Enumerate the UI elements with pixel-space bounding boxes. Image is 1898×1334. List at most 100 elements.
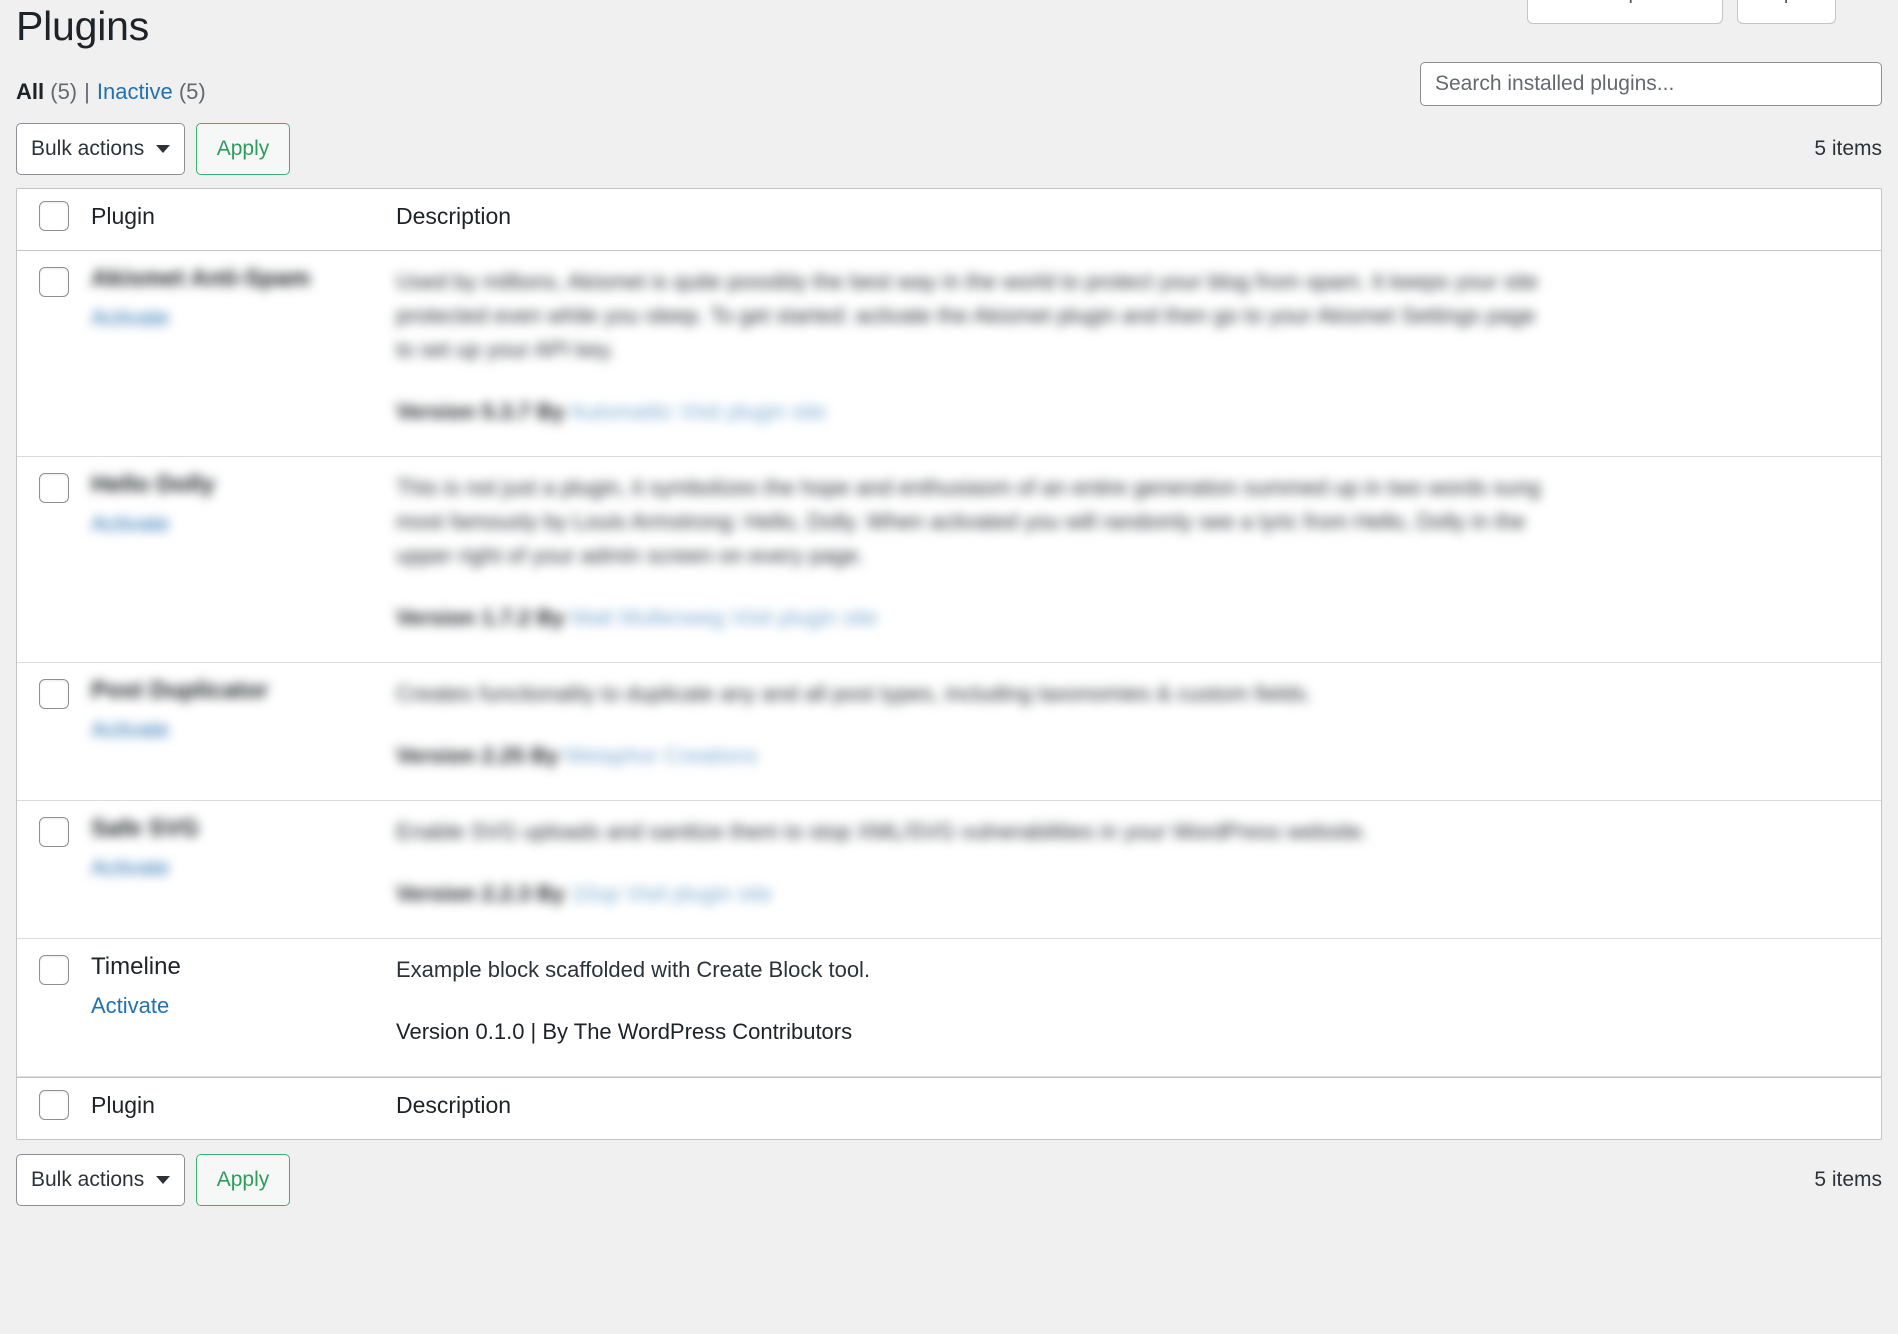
plugin-row-actions: Activate [91, 855, 396, 881]
table-header-row: Plugin Description [17, 189, 1881, 251]
plugin-meta: Version 1.7.2 By Matt Mullenweg Visit pl… [396, 603, 1857, 634]
bulk-actions-select-top[interactable]: Bulk actions [16, 123, 185, 175]
plugin-author-link[interactable]: Automattic [570, 399, 674, 424]
plugin-status-filters: All (5) | Inactive (5) [16, 81, 206, 103]
plugin-by-label: By [530, 743, 559, 769]
plugin-description: Enable SVG uploads and sanitize them to … [396, 819, 1368, 845]
select-all-cell-top [17, 189, 91, 231]
plugin-version-label: Version [396, 605, 476, 631]
plugin-meta: Version 2.25 By Metaphor Creations [396, 741, 1857, 772]
plugin-author-link[interactable]: Matt Mullenweg [571, 605, 725, 630]
plugin-name: Timeline [91, 952, 181, 980]
row-select-cell [17, 801, 91, 848]
table-row: Timeline Activate Example block scaffold… [17, 939, 1881, 1077]
activate-link[interactable]: Activate [91, 993, 169, 1018]
plugin-author-link[interactable]: 10up [571, 881, 620, 906]
screen-meta-links: Screen Options Help [1527, 0, 1836, 24]
row-checkbox[interactable] [39, 267, 69, 297]
plugin-description-cell: Example block scaffolded with Create Blo… [396, 939, 1881, 1048]
plugin-version: 5.3.7 [481, 399, 531, 425]
column-header-description-bottom: Description [396, 1091, 512, 1118]
plugin-author-link[interactable]: Metaphor Creations [565, 743, 758, 768]
plugin-by-label: By [536, 399, 565, 425]
plugin-name-cell: Hello Dolly Activate [91, 457, 396, 537]
apply-button-top[interactable]: Apply [196, 123, 290, 175]
plugin-site-link[interactable]: Visit plugin site [731, 605, 877, 630]
table-row: Post Duplicator Activate Creates functio… [17, 663, 1881, 802]
plugin-version-label: Version [396, 881, 476, 907]
plugin-row-actions: Activate [91, 305, 396, 331]
plugin-row-actions: Activate [91, 511, 396, 537]
bulk-actions-label-bottom: Bulk actions [31, 1168, 145, 1191]
apply-button-bottom[interactable]: Apply [196, 1154, 290, 1206]
row-checkbox[interactable] [39, 473, 69, 504]
plugin-description: This is not just a plugin, it symbolizes… [396, 475, 1541, 569]
filter-all-label[interactable]: All [16, 79, 44, 104]
plugin-site-link[interactable]: Visit plugin site [680, 399, 826, 424]
filter-all-count: (5) [50, 79, 78, 104]
row-checkbox[interactable] [39, 679, 69, 710]
plugin-description-cell: Enable SVG uploads and sanitize them to … [396, 801, 1881, 910]
bulk-actions-select-bottom[interactable]: Bulk actions [16, 1154, 185, 1206]
plugin-by-label: By [536, 881, 565, 907]
plugin-by-label: By [536, 605, 565, 631]
plugins-page: Screen Options Help Plugins All (5)|Inac… [0, 0, 1898, 1334]
plugin-site-link[interactable]: Visit plugin site [626, 881, 772, 906]
help-label: Help [1754, 0, 1795, 3]
apply-label-top: Apply [216, 137, 270, 160]
items-count-bottom: 5 items [1814, 1168, 1882, 1191]
search-input[interactable] [1420, 62, 1882, 106]
plugin-name: Hello Dolly [91, 471, 216, 499]
plugin-version: 1.7.2 [481, 605, 531, 631]
select-all-cell-bottom [17, 1078, 91, 1120]
plugin-meta: Version 2.2.3 By 10up Visit plugin site [396, 879, 1857, 910]
plugin-name-cell: Akismet Anti-Spam Activate [91, 251, 396, 331]
row-select-cell [17, 251, 91, 297]
plugin-version: 2.25 [481, 743, 525, 769]
plugin-name-cell: Safe SVG Activate [91, 801, 396, 881]
apply-label-bottom: Apply [216, 1168, 270, 1191]
activate-link[interactable]: Activate [91, 305, 169, 330]
plugin-name: Safe SVG [91, 815, 200, 843]
activate-link[interactable]: Activate [91, 717, 169, 742]
screen-options-label: Screen Options [1544, 0, 1682, 3]
plugin-name-cell: Post Duplicator Activate [91, 663, 396, 743]
column-header-description-top: Description [396, 203, 512, 229]
chevron-down-icon [156, 1176, 170, 1184]
help-button[interactable]: Help [1736, 0, 1836, 24]
activate-link[interactable]: Activate [91, 855, 169, 880]
tablenav-top: Bulk actions Apply 5 items [16, 123, 1882, 175]
chevron-down-icon [156, 145, 170, 153]
plugin-name: Post Duplicator [91, 677, 269, 705]
select-all-checkbox-top[interactable] [39, 201, 69, 231]
screen-options-button[interactable]: Screen Options [1527, 0, 1723, 24]
column-header-plugin-bottom: Plugin [91, 1091, 155, 1118]
plugin-version-label: Version [396, 743, 476, 769]
page-title: Plugins [16, 3, 150, 49]
table-row: Akismet Anti-Spam Activate Used by milli… [17, 251, 1881, 458]
items-count-top: 5 items [1814, 137, 1882, 160]
plugins-table: Plugin Description Akismet Anti-Spam Act… [16, 188, 1882, 1140]
plugin-name: Akismet Anti-Spam [91, 265, 311, 292]
column-header-plugin-top: Plugin [91, 203, 155, 229]
select-all-checkbox-bottom[interactable] [39, 1089, 69, 1120]
filter-inactive-count: (5) [178, 79, 206, 104]
plugin-meta: Version 5.3.7 By Automattic Visit plugin… [396, 397, 1857, 428]
plugin-description: Creates functionality to duplicate any a… [396, 681, 1312, 707]
bulk-actions-label-top: Bulk actions [31, 137, 145, 160]
row-select-cell [17, 457, 91, 504]
plugin-meta: Version 0.1.0 | By The WordPress Contrib… [396, 1019, 853, 1045]
plugin-description-cell: Creates functionality to duplicate any a… [396, 663, 1881, 772]
plugin-description-cell: This is not just a plugin, it symbolizes… [396, 457, 1881, 634]
table-row: Hello Dolly Activate This is not just a … [17, 457, 1881, 664]
row-checkbox[interactable] [39, 954, 69, 985]
row-checkbox[interactable] [39, 817, 69, 848]
plugin-version: 2.2.3 [481, 881, 531, 907]
plugin-description: Example block scaffolded with Create Blo… [396, 956, 871, 982]
table-row: Safe SVG Activate Enable SVG uploads and… [17, 801, 1881, 939]
activate-link[interactable]: Activate [91, 511, 169, 536]
tablenav-bottom: Bulk actions Apply 5 items [16, 1154, 1882, 1206]
filter-inactive-link[interactable]: Inactive [97, 79, 173, 104]
filter-separator: | [84, 79, 90, 104]
table-footer-row: Plugin Description [17, 1076, 1881, 1139]
